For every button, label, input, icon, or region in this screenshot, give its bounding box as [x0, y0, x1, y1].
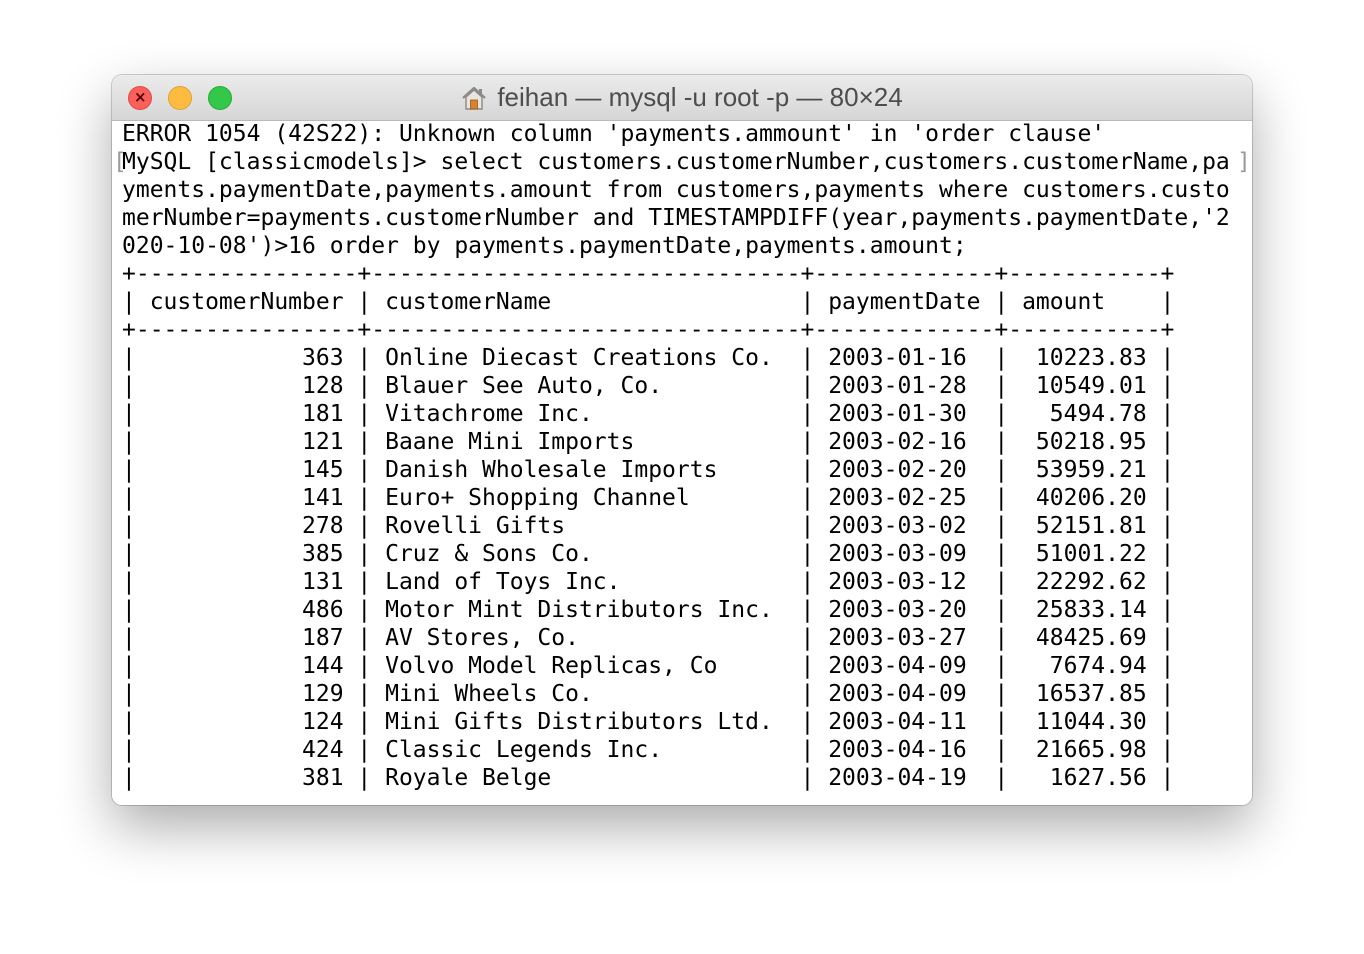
- table-row: | 129 | Mini Wheels Co. | 2003-04-09 | 1…: [122, 681, 1175, 707]
- command-line: merNumber=payments.customerNumber and TI…: [122, 205, 1230, 231]
- table-row: | 144 | Volvo Model Replicas, Co | 2003-…: [122, 653, 1175, 679]
- command-line: 020-10-08')>16 order by payments.payment…: [122, 233, 967, 259]
- table-row: | 385 | Cruz & Sons Co. | 2003-03-09 | 5…: [122, 541, 1175, 567]
- error-line: ERROR 1054 (42S22): Unknown column 'paym…: [122, 121, 1106, 147]
- table-row: | 128 | Blauer See Auto, Co. | 2003-01-2…: [122, 373, 1175, 399]
- title-bar[interactable]: × feihan — mysql -u root -p — 80×24: [112, 75, 1252, 121]
- selection-bracket-right: ]: [1237, 149, 1251, 175]
- table-row: | 124 | Mini Gifts Distributors Ltd. | 2…: [122, 709, 1175, 735]
- command-line: MySQL [classicmodels]> select customers.…: [122, 149, 1230, 175]
- table-row: | 141 | Euro+ Shopping Channel | 2003-02…: [122, 485, 1175, 511]
- selection-bracket-left: [: [113, 149, 127, 175]
- table-row: | 278 | Rovelli Gifts | 2003-03-02 | 521…: [122, 513, 1175, 539]
- command-line: yments.paymentDate,payments.amount from …: [122, 177, 1230, 203]
- table-row: | 145 | Danish Wholesale Imports | 2003-…: [122, 457, 1175, 483]
- table-row: | 363 | Online Diecast Creations Co. | 2…: [122, 345, 1175, 371]
- table-row: | 486 | Motor Mint Distributors Inc. | 2…: [122, 597, 1175, 623]
- table-row: | 424 | Classic Legends Inc. | 2003-04-1…: [122, 737, 1175, 763]
- table-row: | 131 | Land of Toys Inc. | 2003-03-12 |…: [122, 569, 1175, 595]
- table-row: | 121 | Baane Mini Imports | 2003-02-16 …: [122, 429, 1175, 455]
- terminal-content[interactable]: ERROR 1054 (42S22): Unknown column 'paym…: [112, 121, 1252, 805]
- window-title: feihan — mysql -u root -p — 80×24: [497, 82, 903, 112]
- table-border: +----------------+----------------------…: [122, 317, 1175, 343]
- table-border: +----------------+----------------------…: [122, 261, 1175, 287]
- terminal-window: × feihan — mysql -u root -p — 80×24 ERRO…: [112, 75, 1252, 805]
- title-wrap: feihan — mysql -u root -p — 80×24: [112, 75, 1252, 120]
- table-row: | 381 | Royale Belge | 2003-04-19 | 1627…: [122, 765, 1175, 791]
- table-row: | 187 | AV Stores, Co. | 2003-03-27 | 48…: [122, 625, 1175, 651]
- table-header-row: | customerNumber | customerName | paymen…: [122, 289, 1175, 315]
- home-icon: [462, 86, 487, 110]
- table-row: | 181 | Vitachrome Inc. | 2003-01-30 | 5…: [122, 401, 1175, 427]
